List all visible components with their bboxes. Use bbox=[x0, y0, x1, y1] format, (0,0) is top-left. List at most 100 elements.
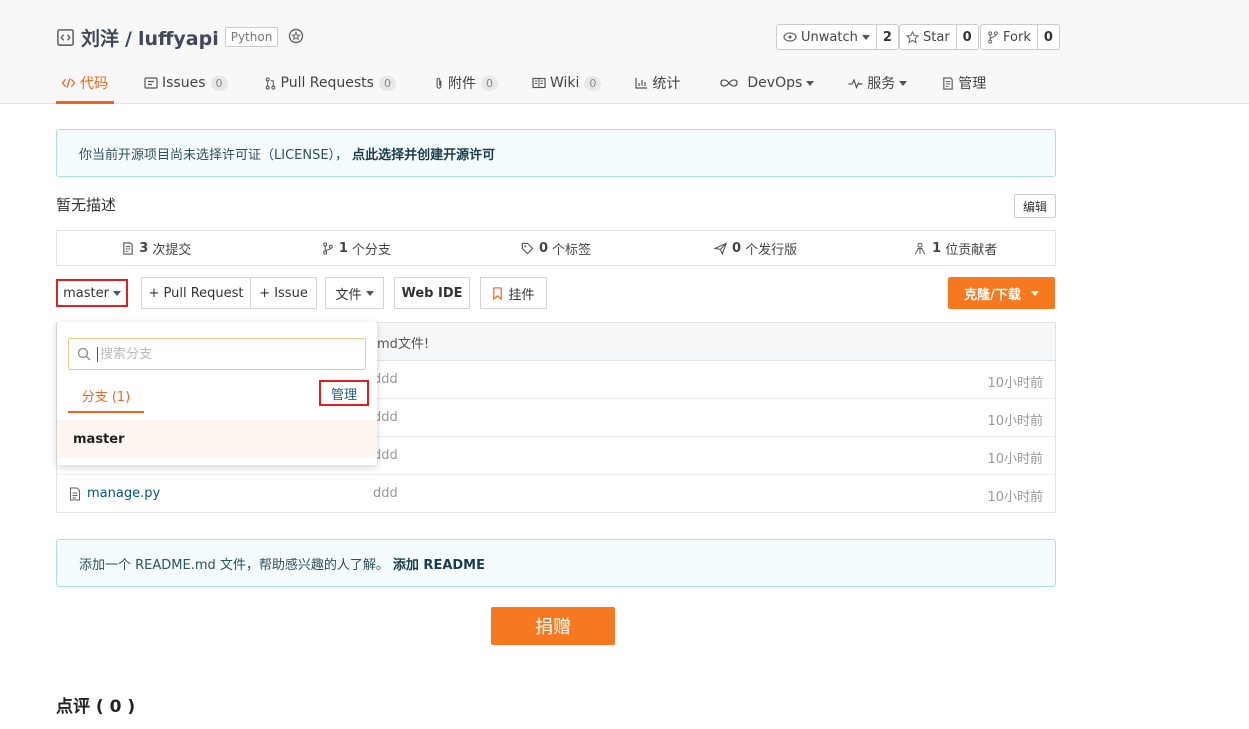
stat-branches-label: 个分支 bbox=[351, 242, 391, 258]
award-badge-icon[interactable] bbox=[286, 27, 306, 47]
file-commit-time: 10小时前 bbox=[987, 490, 1043, 505]
repo-tabs: 代码 Issues 0 Pull Requests 0 附件 0 Wiki 0 … bbox=[56, 62, 986, 104]
stat-tags-count: 0 bbox=[538, 240, 548, 256]
fork-group: Fork 0 bbox=[980, 24, 1060, 50]
eye-icon bbox=[783, 32, 797, 42]
tab-services-label: 服务 bbox=[867, 76, 896, 92]
fork-button[interactable]: Fork bbox=[980, 24, 1038, 50]
tab-wiki-label: Wiki bbox=[549, 75, 580, 91]
tab-devops[interactable]: DevOps bbox=[719, 62, 815, 104]
star-group: Star 0 bbox=[899, 24, 979, 50]
stat-contributors-label: 位贡献者 bbox=[945, 242, 998, 258]
tab-code-label: 代码 bbox=[80, 76, 108, 92]
stat-tags-label: 个标签 bbox=[552, 242, 592, 258]
tab-wiki[interactable]: Wiki 0 bbox=[532, 62, 602, 104]
fork-icon bbox=[988, 30, 998, 44]
tab-manage-label: 管理 bbox=[958, 76, 987, 92]
file-commit-message[interactable]: ddd bbox=[373, 486, 398, 501]
web-ide-button[interactable]: Web IDE bbox=[394, 277, 470, 309]
unwatch-button[interactable]: Unwatch bbox=[776, 24, 877, 50]
settings-doc-icon bbox=[943, 76, 954, 90]
license-notice: 你当前开源项目尚未选择许可证（LICENSE）， 点此选择并创建开源许可 bbox=[56, 129, 1056, 177]
branch-select-button[interactable]: master bbox=[56, 279, 128, 307]
fork-count[interactable]: 0 bbox=[1037, 24, 1060, 50]
watch-count[interactable]: 2 bbox=[876, 24, 899, 50]
widget-button[interactable]: 挂件 bbox=[480, 277, 547, 309]
infinity-icon bbox=[720, 79, 739, 87]
fork-label: Fork bbox=[1003, 29, 1031, 45]
stat-tags[interactable]: 0 个标签 bbox=[456, 231, 656, 265]
repo-owner-link[interactable]: 刘洋 bbox=[81, 28, 119, 50]
bar-chart-icon bbox=[635, 78, 648, 89]
file-commit-time: 10小时前 bbox=[987, 414, 1043, 429]
branch-option-master[interactable]: master bbox=[57, 420, 377, 458]
contributors-icon bbox=[915, 242, 926, 254]
stat-releases[interactable]: 0 个发行版 bbox=[656, 231, 856, 265]
file-name: manage.py bbox=[87, 486, 161, 501]
create-license-link[interactable]: 点此选择并创建开源许可 bbox=[352, 144, 495, 163]
edit-description-button[interactable]: 编辑 bbox=[1014, 194, 1056, 218]
stat-contributors[interactable]: 1 位贡献者 bbox=[855, 231, 1055, 265]
file-commit-time: 10小时前 bbox=[987, 376, 1043, 391]
commit-icon bbox=[123, 241, 134, 255]
repo-description: 暂无描述 bbox=[56, 196, 117, 214]
search-icon bbox=[77, 347, 91, 361]
branch-select-label: master bbox=[63, 285, 109, 301]
repo-header: 刘洋 / luffyapi Python Unwatch 2 Star 0 Fork… bbox=[0, 0, 1249, 104]
chevron-down-icon bbox=[1030, 290, 1039, 296]
language-badge[interactable]: Python bbox=[224, 27, 279, 47]
tab-pull-requests-count: 0 bbox=[378, 75, 396, 91]
readme-notice: 添加一个 README.md 文件，帮助感兴趣的人了解。 添加 README bbox=[56, 539, 1056, 587]
repo-title-separator: / bbox=[125, 27, 132, 50]
repo-title: 刘洋 / luffyapi bbox=[81, 24, 219, 51]
stat-commits[interactable]: 3 次提交 bbox=[57, 231, 257, 265]
file-commit-time: 10小时前 bbox=[987, 452, 1043, 467]
file-menu-button[interactable]: 文件 bbox=[325, 277, 384, 309]
star-count[interactable]: 0 bbox=[956, 24, 979, 50]
tab-issues-label: Issues bbox=[162, 75, 206, 91]
branch-search-input[interactable] bbox=[97, 346, 337, 362]
repo-code-icon bbox=[57, 28, 74, 46]
release-icon bbox=[714, 241, 728, 255]
tab-attachments-label: 附件 bbox=[447, 76, 476, 92]
repo-stats-bar: 3 次提交 1 个分支 0 个标签 0 个发行版 1 位贡献者 bbox=[56, 230, 1056, 266]
file-link[interactable]: manage.py bbox=[69, 486, 160, 501]
code-icon bbox=[61, 78, 76, 88]
clone-download-button[interactable]: 克隆/下载 bbox=[948, 277, 1055, 309]
clone-download-label: 克隆/下载 bbox=[964, 287, 1021, 303]
new-issue-button[interactable]: + Issue bbox=[250, 277, 317, 309]
tab-wiki-count: 0 bbox=[584, 75, 602, 91]
branch-search-box bbox=[68, 338, 366, 370]
manage-branches-link[interactable]: 管理 bbox=[319, 380, 369, 406]
stat-releases-count: 0 bbox=[732, 240, 742, 256]
file-row[interactable]: manage.py ddd 10小时前 bbox=[57, 475, 1055, 513]
stat-branches[interactable]: 1 个分支 bbox=[257, 231, 457, 265]
star-button[interactable]: Star bbox=[899, 24, 957, 50]
tab-attachments-count: 0 bbox=[480, 75, 498, 91]
repo-name-link[interactable]: luffyapi bbox=[138, 28, 219, 50]
tab-pull-requests[interactable]: Pull Requests 0 bbox=[264, 62, 396, 104]
tab-attachments[interactable]: 附件 0 bbox=[434, 62, 498, 104]
new-pull-request-button[interactable]: + Pull Request bbox=[141, 277, 251, 309]
tab-statistics-label: 统计 bbox=[652, 76, 681, 92]
pulse-icon bbox=[848, 77, 863, 89]
tab-devops-label: DevOps bbox=[747, 75, 803, 91]
readme-notice-text: 添加一个 README.md 文件，帮助感兴趣的人了解。 bbox=[79, 557, 389, 573]
tab-statistics[interactable]: 统计 bbox=[635, 62, 680, 104]
tab-code[interactable]: 代码 bbox=[56, 62, 114, 104]
add-readme-link[interactable]: 添加 README bbox=[393, 554, 485, 573]
file-menu-label: 文件 bbox=[335, 287, 362, 303]
donate-button[interactable]: 捐赠 bbox=[491, 607, 615, 645]
stat-commits-label: 次提交 bbox=[152, 242, 192, 258]
last-commit-message[interactable]: md文件! bbox=[377, 333, 429, 352]
tab-manage[interactable]: 管理 bbox=[942, 62, 986, 104]
license-notice-text: 你当前开源项目尚未选择许可证（LICENSE）， bbox=[79, 147, 349, 163]
watch-group: Unwatch 2 bbox=[776, 24, 899, 50]
widget-label: 挂件 bbox=[508, 287, 535, 303]
tab-services[interactable]: 服务 bbox=[848, 62, 908, 104]
stat-branches-count: 1 bbox=[338, 240, 348, 256]
stat-commits-count: 3 bbox=[139, 240, 149, 256]
comments-heading: 点评 ( 0 ) bbox=[56, 697, 136, 717]
tab-branches[interactable]: 分支 (1) bbox=[68, 380, 144, 413]
tab-issues[interactable]: Issues 0 bbox=[144, 62, 228, 104]
